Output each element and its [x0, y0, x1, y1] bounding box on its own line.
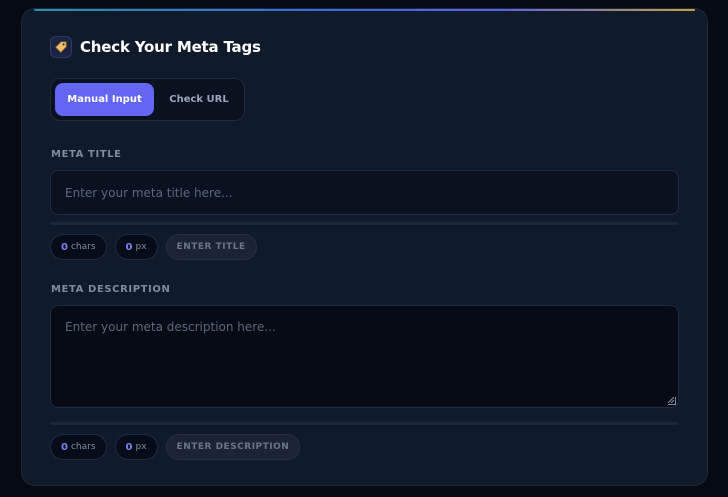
description-px-unit: px: [135, 442, 147, 452]
description-chars-value: 0: [61, 441, 68, 453]
meta-title-length-bar: [50, 222, 679, 225]
description-px-value: 0: [125, 441, 133, 453]
description-chars-unit: chars: [70, 442, 96, 452]
manual-input-tab[interactable]: Manual Input: [55, 83, 154, 116]
title-px-unit: px: [135, 242, 147, 252]
title-chars-value: 0: [61, 241, 68, 253]
card-accent-line: [34, 9, 695, 11]
title-px-value: 0: [125, 241, 133, 253]
title-px-count: 0 px: [114, 234, 158, 260]
title-chars-unit: chars: [70, 242, 96, 252]
title-status-badge: ENTER TITLE: [165, 234, 257, 260]
meta-description-placeholder: Enter your meta description here...: [65, 320, 276, 334]
page-title: Check Your Meta Tags: [80, 38, 261, 56]
meta-title-input[interactable]: Enter your meta title here...: [50, 170, 679, 215]
check-url-tab[interactable]: Check URL: [158, 83, 240, 116]
meta-description-label: META DESCRIPTION: [51, 284, 171, 295]
meta-title-stats: 0 chars 0 px ENTER TITLE: [50, 234, 257, 260]
title-chars-count: 0 chars: [50, 234, 107, 260]
tag-icon: [50, 36, 72, 58]
meta-title-label: META TITLE: [51, 149, 122, 160]
resize-handle-icon[interactable]: [667, 396, 676, 405]
meta-description-textarea[interactable]: Enter your meta description here...: [50, 305, 679, 408]
card-header: Check Your Meta Tags: [50, 36, 261, 58]
meta-description-stats: 0 chars 0 px ENTER DESCRIPTION: [50, 434, 301, 460]
description-chars-count: 0 chars: [50, 434, 107, 460]
description-status-badge: ENTER DESCRIPTION: [165, 434, 301, 460]
meta-checker-card: Check Your Meta Tags Manual Input Check …: [21, 8, 708, 486]
meta-title-placeholder: Enter your meta title here...: [65, 185, 233, 200]
meta-description-length-bar: [50, 422, 679, 425]
description-px-count: 0 px: [114, 434, 158, 460]
mode-toggle: Manual Input Check URL: [50, 78, 245, 121]
